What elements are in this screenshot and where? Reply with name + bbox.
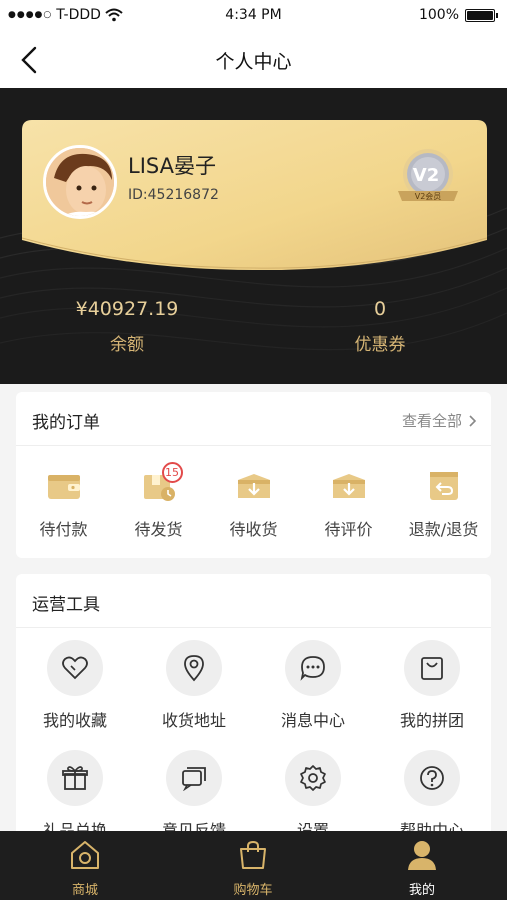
tool-address[interactable]: 收货地址 bbox=[135, 640, 253, 731]
order-label: 待收货 bbox=[229, 520, 278, 539]
balance-value: ¥40927.19 bbox=[75, 298, 179, 320]
order-label: 待付款 bbox=[39, 520, 88, 539]
tools-section: 运营工具 我的收藏 收货地址 消息中心 我的拼团 礼品兑换 意见反馈 设置 帮助… bbox=[16, 574, 491, 844]
view-all-label: 查看全部 bbox=[401, 412, 462, 430]
nav-bar: 个人中心 bbox=[0, 32, 507, 88]
feedback-icon bbox=[182, 767, 206, 791]
level-label: V2会员 bbox=[415, 191, 442, 201]
vip-level-badge[interactable]: V2会员 V2 bbox=[392, 147, 464, 209]
tool-label: 收货地址 bbox=[161, 711, 226, 730]
notification-badge: 15 bbox=[161, 462, 183, 483]
heart-icon bbox=[62, 656, 88, 680]
orders-title: 我的订单 bbox=[32, 413, 100, 433]
battery-percent: 100% bbox=[418, 7, 459, 23]
tool-label: 消息中心 bbox=[280, 711, 345, 730]
order-label: 待发货 bbox=[134, 520, 183, 539]
balance-label: 余额 bbox=[110, 335, 144, 355]
order-label: 退款/退货 bbox=[408, 520, 479, 539]
tool-favorites[interactable]: 我的收藏 bbox=[16, 640, 134, 731]
profile-header: LISA晏子 ID:45216872 V2会员 V2 ¥40927.19 余额 … bbox=[0, 88, 507, 384]
location-pin-icon bbox=[184, 655, 204, 682]
gear-icon bbox=[300, 765, 326, 791]
tool-label: 我的拼团 bbox=[399, 711, 464, 730]
orders-section: 我的订单 查看全部 待付款 15 待发货 待收货 待评价 退款/退货 bbox=[16, 392, 491, 558]
chevron-right-icon bbox=[469, 414, 477, 427]
coupon-label: 优惠券 bbox=[354, 335, 406, 355]
status-bar: ●●●●○ T-DDD 4:34 PM 100% bbox=[0, 0, 507, 32]
level-badge-text: V2 bbox=[413, 165, 439, 186]
cart-bag-icon bbox=[240, 840, 266, 869]
user-name: LISA晏子 bbox=[128, 154, 216, 178]
message-icon bbox=[300, 656, 325, 681]
coupon-value: 0 bbox=[373, 298, 387, 320]
box-download-icon bbox=[329, 466, 369, 506]
view-all-orders-link[interactable]: 查看全部 bbox=[402, 410, 477, 431]
user-icon bbox=[408, 841, 436, 870]
return-icon bbox=[424, 466, 464, 506]
tool-feedback[interactable]: 意见反馈 bbox=[135, 750, 253, 841]
tool-settings[interactable]: 设置 bbox=[254, 750, 372, 841]
tab-label: 我的 bbox=[408, 883, 435, 898]
coupon-stat[interactable]: 0 优惠券 bbox=[280, 298, 480, 355]
order-pending-receipt[interactable]: 待收货 bbox=[206, 466, 301, 540]
tab-label: 购物车 bbox=[233, 883, 273, 898]
user-id: ID:45216872 bbox=[128, 187, 219, 203]
battery-icon bbox=[465, 8, 498, 22]
page-title: 个人中心 bbox=[215, 51, 292, 73]
order-pending-shipment[interactable]: 15 待发货 bbox=[111, 462, 206, 540]
tool-group-buy[interactable]: 我的拼团 bbox=[373, 640, 491, 731]
member-card[interactable]: LISA晏子 ID:45216872 V2会员 V2 bbox=[22, 120, 487, 270]
tab-mine[interactable]: 我的 bbox=[372, 839, 472, 898]
order-pending-review[interactable]: 待评价 bbox=[301, 466, 396, 540]
order-refund-return[interactable]: 退款/退货 bbox=[396, 466, 491, 540]
tool-messages[interactable]: 消息中心 bbox=[254, 640, 372, 731]
tab-label: 商城 bbox=[71, 883, 98, 898]
medal-icon: V2会员 V2 bbox=[398, 149, 458, 201]
avatar[interactable] bbox=[43, 145, 117, 219]
package-clock-icon: 15 bbox=[139, 462, 183, 506]
help-icon bbox=[420, 766, 444, 790]
wallet-icon bbox=[44, 466, 84, 506]
box-download-icon bbox=[234, 466, 274, 506]
tab-mall[interactable]: 商城 bbox=[35, 839, 135, 898]
tab-cart[interactable]: 购物车 bbox=[203, 839, 303, 898]
tool-gift-exchange[interactable]: 礼品兑换 bbox=[16, 750, 134, 841]
order-pending-payment[interactable]: 待付款 bbox=[16, 466, 111, 540]
tool-label: 我的收藏 bbox=[42, 711, 107, 730]
shopping-bag-icon bbox=[421, 657, 443, 680]
tab-bar: 商城 购物车 我的 bbox=[0, 831, 507, 900]
tools-title: 运营工具 bbox=[32, 595, 100, 615]
gift-icon bbox=[62, 766, 88, 790]
tool-help-center[interactable]: 帮助中心 bbox=[373, 750, 491, 841]
order-label: 待评价 bbox=[324, 520, 373, 539]
home-icon bbox=[71, 841, 99, 869]
balance-stat[interactable]: ¥40927.19 余额 bbox=[27, 298, 227, 355]
